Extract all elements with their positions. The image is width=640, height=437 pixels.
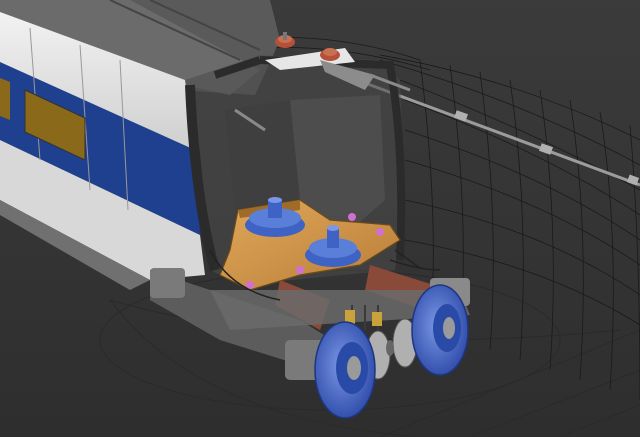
scene-canvas (0, 0, 640, 437)
render-viewport (0, 0, 640, 437)
